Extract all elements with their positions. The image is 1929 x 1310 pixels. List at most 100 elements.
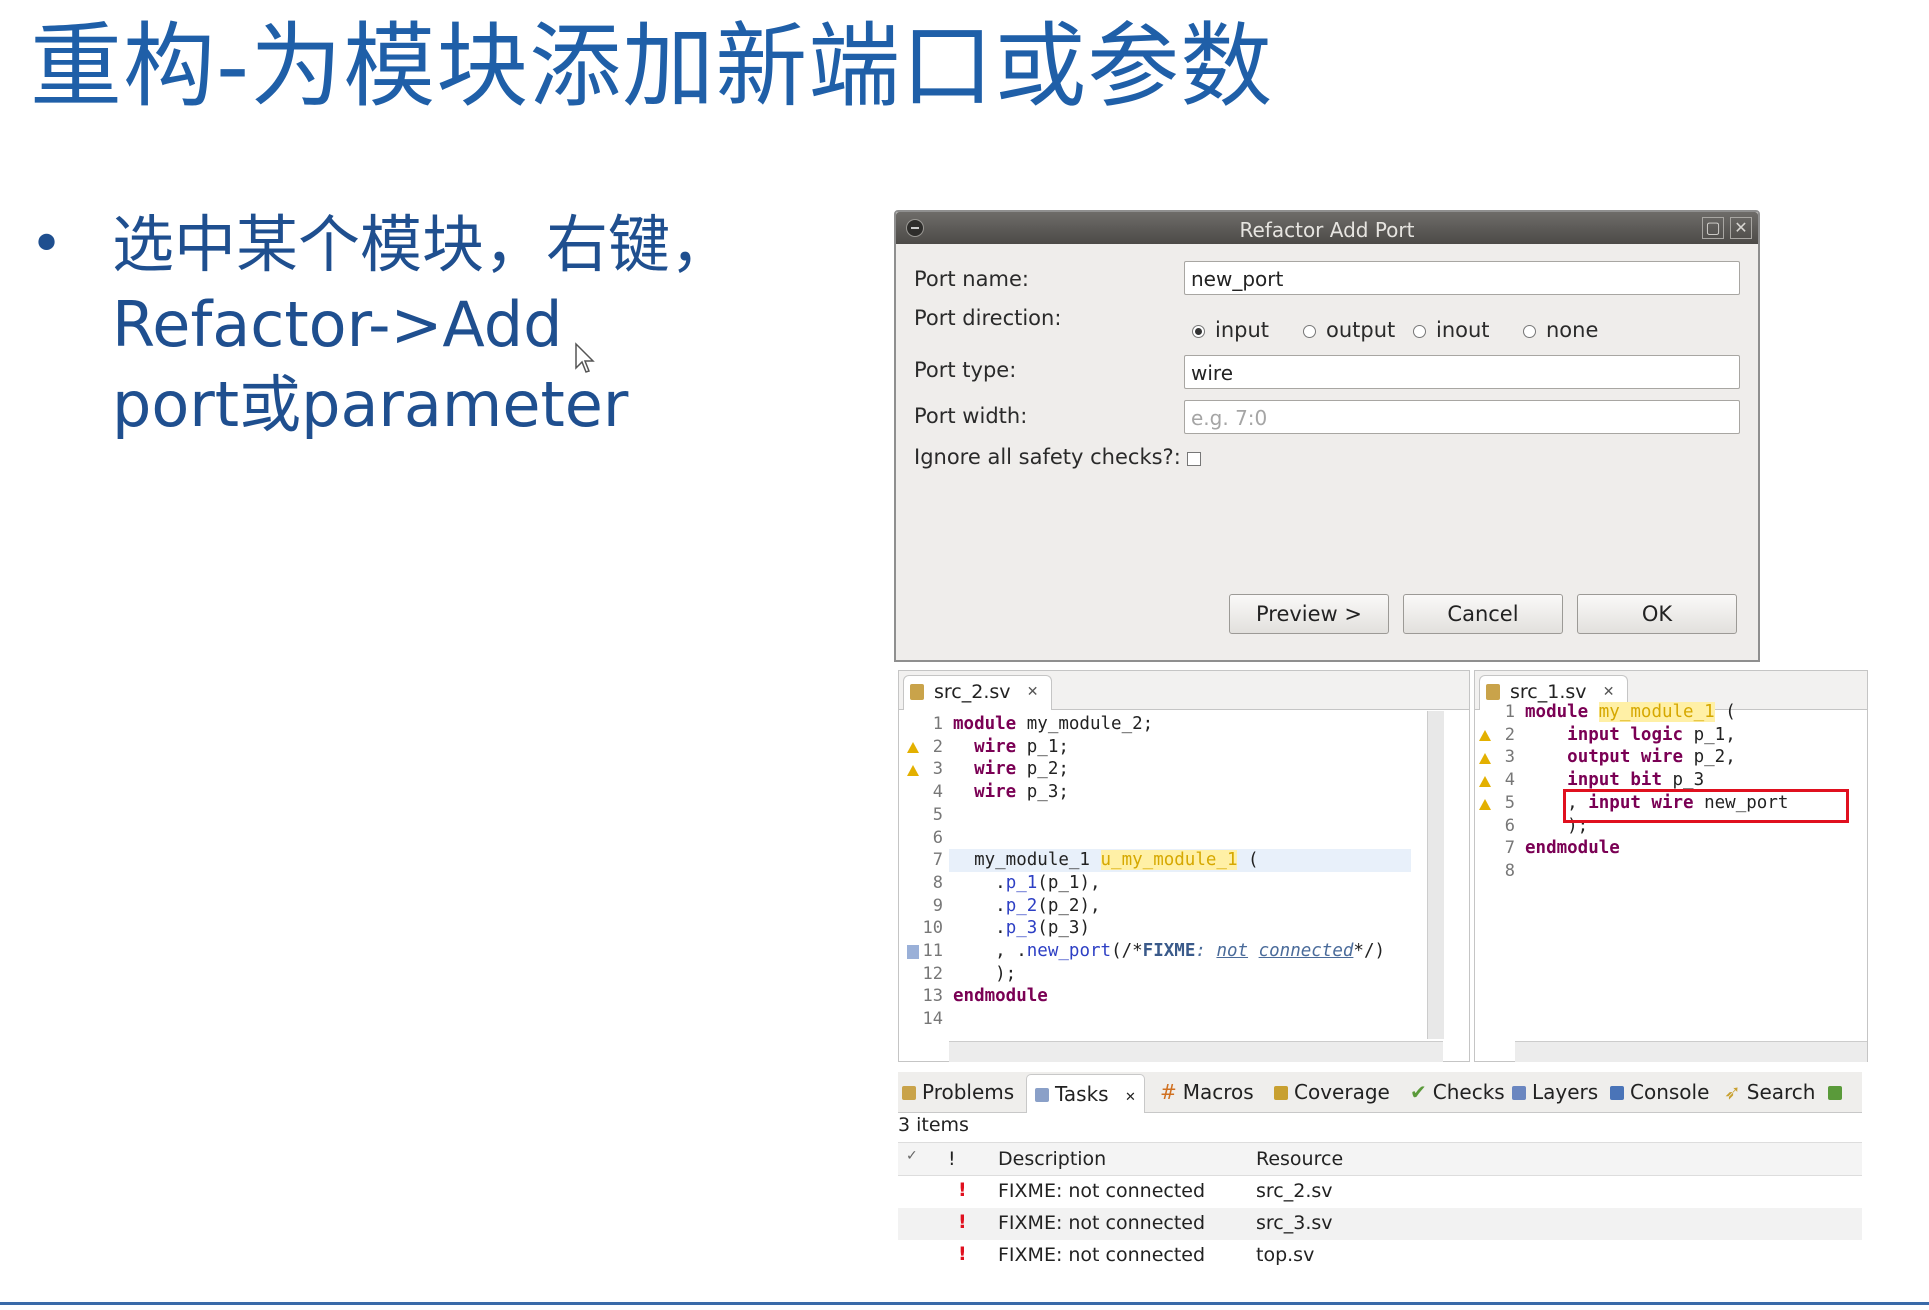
port-type-input[interactable]: wire xyxy=(1184,355,1740,389)
row-description: FIXME: not connected xyxy=(998,1180,1206,1202)
radio-output-label: output xyxy=(1326,318,1396,342)
tab-console[interactable]: Console xyxy=(1610,1080,1709,1104)
tab-tasks[interactable]: Tasks ✕ xyxy=(1026,1074,1145,1113)
port-name-label: Port name: xyxy=(914,267,1029,291)
dialog-title: Refactor Add Port xyxy=(1239,218,1415,242)
view-tabbar: Problems Tasks ✕ # Macros Coverage ✔ Check… xyxy=(898,1072,1862,1113)
table-header: ✓ ! Description Resource xyxy=(898,1142,1862,1176)
radio-icon xyxy=(1523,325,1536,338)
col-resource-header[interactable]: Resource xyxy=(1256,1148,1343,1170)
close-icon[interactable]: ✕ xyxy=(1730,217,1752,239)
row-resource: top.sv xyxy=(1256,1244,1315,1266)
tasks-icon xyxy=(1035,1088,1049,1102)
tab-checks[interactable]: ✔ Checks xyxy=(1410,1080,1505,1104)
line-numbers: 1 2 3 4 5 6 7 8 xyxy=(1504,702,1515,881)
warning-icon xyxy=(907,765,919,776)
tab-src2[interactable]: src_2.sv ✕ xyxy=(903,675,1052,710)
direction-radio-output[interactable]: output xyxy=(1303,318,1395,342)
editor-src1: src_1.sv ✕ 1 2 3 4 5 6 7 8 module my_mod… xyxy=(1474,670,1868,1062)
line-numbers: 1 2 3 4 5 6 7 8 9 10 11 12 13 14 xyxy=(922,714,943,1030)
bullet-line-2: Refactor->Add xyxy=(112,288,563,361)
port-width-input[interactable]: e.g. 7:0 xyxy=(1184,400,1740,434)
row-resource: src_3.sv xyxy=(1256,1212,1333,1234)
slide-title: 重构-为模块添加新端口或参数 xyxy=(30,13,1274,120)
col-description-header[interactable]: Description xyxy=(998,1148,1106,1170)
bullet-item: • 选中某个模块，右键， Refactor->Add port或paramete… xyxy=(30,205,790,445)
bullet-line-3: port或parameter xyxy=(112,368,629,441)
radio-inout-label: inout xyxy=(1436,318,1490,342)
tab-close-icon[interactable]: ✕ xyxy=(1125,1090,1136,1105)
priority-high-icon: ! xyxy=(958,1179,967,1201)
tab-search[interactable]: ➶ Search xyxy=(1724,1080,1815,1104)
ignore-checks-label: Ignore all safety checks?: xyxy=(914,445,1181,469)
tab-src2-label: src_2.sv xyxy=(934,681,1011,703)
console-icon xyxy=(1610,1086,1624,1100)
bullet-text: 选中某个模块，右键， Refactor->Add port或parameter xyxy=(112,205,790,445)
new-port-highlight-box xyxy=(1563,789,1849,823)
horizontal-scrollbar[interactable] xyxy=(949,1041,1443,1062)
code-src2[interactable]: module my_module_2; wire p_1; wire p_2; … xyxy=(953,713,1385,1008)
hash-icon: # xyxy=(1160,1080,1177,1104)
table-row[interactable]: ! FIXME: not connected src_2.sv xyxy=(898,1176,1862,1208)
code-src1[interactable]: module my_module_1 ( input logic p_1, ou… xyxy=(1525,701,1788,860)
radio-none-label: none xyxy=(1546,318,1599,342)
col-done-header[interactable]: ✓ xyxy=(906,1148,918,1164)
tab-coverage[interactable]: Coverage xyxy=(1274,1080,1390,1104)
ignore-checks-checkbox[interactable] xyxy=(1187,452,1201,466)
item-count: 3 items xyxy=(898,1114,969,1136)
warning-icon xyxy=(1479,799,1491,810)
direction-radio-input[interactable]: input xyxy=(1192,318,1269,342)
radio-icon xyxy=(1303,325,1316,338)
warning-icon xyxy=(1479,730,1491,741)
layers-icon xyxy=(1512,1086,1526,1100)
port-name-input[interactable]: new_port xyxy=(1184,261,1740,295)
sv-file-icon xyxy=(910,684,924,700)
vertical-scrollbar[interactable] xyxy=(1427,711,1444,1039)
priority-high-icon: ! xyxy=(958,1211,967,1233)
refactor-add-port-dialog: Refactor Add Port ▢ ✕ Port name: new_por… xyxy=(894,210,1760,662)
port-direction-label: Port direction: xyxy=(914,306,1062,330)
ok-button[interactable]: OK xyxy=(1577,594,1737,634)
radio-input-label: input xyxy=(1215,318,1270,342)
horizontal-scrollbar[interactable] xyxy=(1515,1041,1867,1062)
tab-problems[interactable]: Problems xyxy=(902,1080,1014,1104)
tab-more-icon[interactable] xyxy=(1828,1080,1848,1104)
tasks-view: Problems Tasks ✕ # Macros Coverage ✔ Check… xyxy=(898,1072,1862,1284)
priority-high-icon: ! xyxy=(958,1243,967,1265)
mouse-cursor-icon xyxy=(575,342,595,373)
sv-file-icon xyxy=(1486,684,1500,700)
problems-icon xyxy=(902,1086,916,1100)
warning-icon xyxy=(907,742,919,753)
direction-radio-inout[interactable]: inout xyxy=(1413,318,1490,342)
maximize-icon[interactable]: ▢ xyxy=(1702,217,1724,239)
row-description: FIXME: not connected xyxy=(998,1244,1206,1266)
warning-icon xyxy=(1479,753,1491,764)
tab-layers[interactable]: Layers xyxy=(1512,1080,1598,1104)
port-type-label: Port type: xyxy=(914,358,1017,382)
bullet-dot: • xyxy=(30,212,64,277)
preview-button[interactable]: Preview > xyxy=(1229,594,1389,634)
bullet-line-1: 选中某个模块，右键， xyxy=(112,208,733,281)
tab-macros[interactable]: # Macros xyxy=(1160,1080,1254,1104)
col-priority-header[interactable]: ! xyxy=(948,1148,956,1170)
dialog-titlebar[interactable]: Refactor Add Port ▢ ✕ xyxy=(896,212,1758,244)
table-row[interactable]: ! FIXME: not connected src_3.sv xyxy=(898,1208,1862,1240)
check-icon: ✔ xyxy=(1410,1080,1427,1104)
port-width-label: Port width: xyxy=(914,404,1028,428)
row-description: FIXME: not connected xyxy=(998,1212,1206,1234)
slide-bottom-rule xyxy=(0,1302,1929,1305)
table-row[interactable]: ! FIXME: not connected top.sv xyxy=(898,1240,1862,1272)
radio-selected-icon xyxy=(1192,325,1205,338)
search-icon: ➶ xyxy=(1724,1080,1741,1104)
coverage-icon xyxy=(1274,1086,1288,1100)
cancel-button[interactable]: Cancel xyxy=(1403,594,1563,634)
tab-close-icon[interactable]: ✕ xyxy=(1027,676,1039,708)
warning-icon xyxy=(1479,776,1491,787)
tab-src1-label: src_1.sv xyxy=(1510,681,1587,703)
row-resource: src_2.sv xyxy=(1256,1180,1333,1202)
radio-icon xyxy=(1413,325,1426,338)
direction-radio-none[interactable]: none xyxy=(1523,318,1598,342)
editor-tabbar: src_2.sv ✕ xyxy=(899,671,1469,710)
editor-src2: src_2.sv ✕ 1 2 3 4 5 6 7 8 9 10 11 12 13… xyxy=(898,670,1470,1062)
task-marker-icon xyxy=(907,945,919,959)
